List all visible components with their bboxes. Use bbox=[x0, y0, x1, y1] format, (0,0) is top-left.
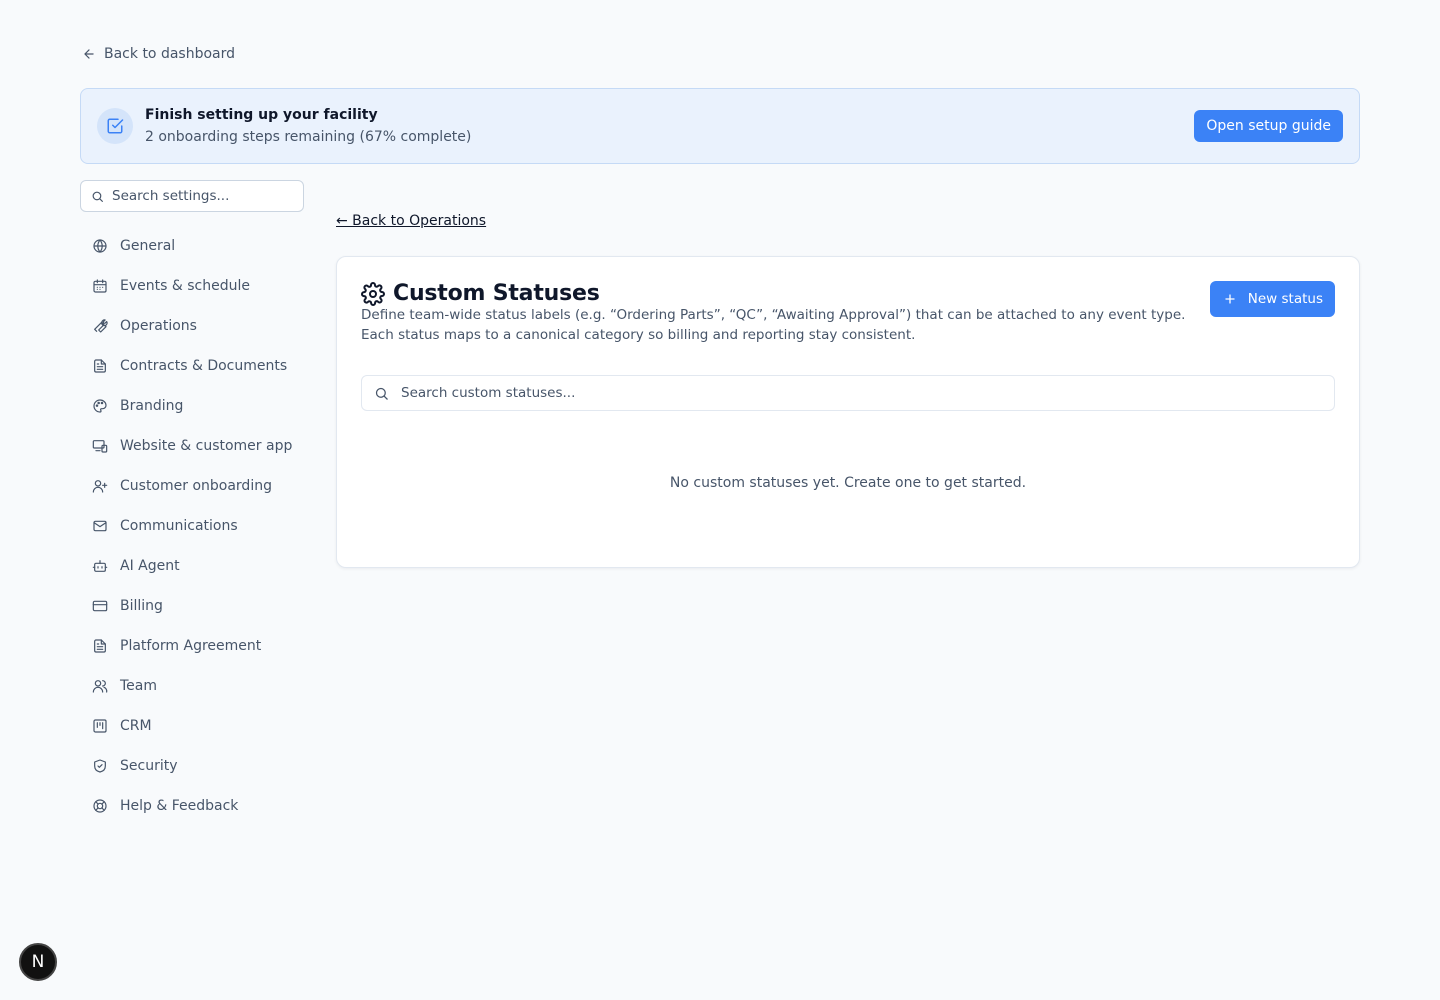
custom-statuses-card: Custom Statuses Define team-wide status … bbox=[336, 256, 1360, 568]
dev-tools-button[interactable]: N bbox=[19, 943, 57, 981]
globe-icon bbox=[93, 239, 107, 253]
calendar-icon bbox=[93, 279, 107, 293]
settings-page: Back to dashboard Finish setting up your… bbox=[0, 0, 1440, 1000]
new-status-button[interactable]: New status bbox=[1209, 281, 1335, 317]
banner-text: Finish setting up your facility 2 onboar… bbox=[145, 105, 1194, 147]
checkbox-icon bbox=[107, 118, 124, 134]
page-description: Define team-wide status labels (e.g. “Or… bbox=[361, 307, 1186, 343]
sidebar-item-label: Website & customer app bbox=[120, 438, 293, 454]
gear-icon bbox=[361, 281, 385, 306]
bot-icon bbox=[92, 560, 108, 572]
search-icon bbox=[92, 191, 103, 202]
banner-icon-wrap bbox=[97, 108, 133, 144]
sidebar-item-label: Operations bbox=[120, 318, 197, 334]
card-header: Custom Statuses bbox=[361, 281, 600, 306]
file-text-icon bbox=[94, 359, 106, 373]
open-setup-guide-button[interactable]: Open setup guide bbox=[1194, 110, 1343, 142]
sidebar-item-general[interactable]: General bbox=[80, 226, 304, 266]
wrench-icon bbox=[94, 319, 108, 333]
mail-icon bbox=[93, 520, 107, 532]
sidebar-item-contracts-documents[interactable]: Contracts & Documents bbox=[80, 346, 304, 386]
file-text-icon bbox=[94, 639, 106, 653]
sidebar-item-branding[interactable]: Branding bbox=[80, 386, 304, 426]
back-to-operations-link[interactable]: ← Back to Operations bbox=[336, 213, 486, 229]
life-buoy-icon bbox=[93, 799, 107, 813]
sidebar-item-label: Team bbox=[120, 678, 158, 694]
sidebar-item-label: Help & Feedback bbox=[120, 798, 239, 814]
palette-icon bbox=[93, 399, 107, 413]
back-to-dashboard-link[interactable]: Back to dashboard bbox=[82, 46, 235, 62]
shield-check-icon bbox=[94, 759, 106, 773]
custom-status-search-input[interactable] bbox=[401, 385, 1301, 401]
sidebar-item-events-schedule[interactable]: Events & schedule bbox=[80, 266, 304, 306]
sidebar-item-crm[interactable]: CRM bbox=[80, 706, 304, 746]
sidebar-item-label: AI Agent bbox=[120, 558, 180, 574]
sidebar-item-ai-agent[interactable]: AI Agent bbox=[80, 546, 304, 586]
arrow-left-icon bbox=[84, 49, 94, 59]
sidebar-item-platform-agreement[interactable]: Platform Agreement bbox=[80, 626, 304, 666]
kanban-icon bbox=[93, 719, 107, 733]
empty-state-message: No custom statuses yet. Create one to ge… bbox=[669, 475, 1027, 491]
sidebar-item-billing[interactable]: Billing bbox=[80, 586, 304, 626]
sidebar-item-label: Billing bbox=[120, 598, 163, 614]
sidebar-item-label: Events & schedule bbox=[120, 278, 250, 294]
back-to-dashboard-label: Back to dashboard bbox=[104, 46, 236, 62]
sidebar-item-communications[interactable]: Communications bbox=[80, 506, 304, 546]
sidebar-item-label: Contracts & Documents bbox=[120, 358, 288, 374]
plus-icon bbox=[1225, 294, 1235, 304]
sidebar-item-label: Security bbox=[120, 758, 178, 774]
devices-icon bbox=[92, 440, 108, 453]
sidebar-item-help-feedback[interactable]: Help & Feedback bbox=[80, 786, 304, 826]
user-plus-icon bbox=[92, 480, 108, 493]
sidebar-item-label: CRM bbox=[120, 718, 152, 734]
banner-title: Finish setting up your facility bbox=[145, 107, 378, 123]
sidebar-item-label: General bbox=[120, 238, 176, 254]
setup-banner: Finish setting up your facility 2 onboar… bbox=[80, 88, 1360, 164]
page-title: Custom Statuses bbox=[393, 281, 600, 306]
sidebar-item-operations[interactable]: Operations bbox=[80, 306, 304, 346]
settings-search-input[interactable] bbox=[112, 188, 292, 204]
sidebar-item-label: Branding bbox=[120, 398, 184, 414]
settings-search bbox=[80, 180, 304, 212]
credit-card-icon bbox=[92, 600, 108, 612]
sidebar-item-label: Communications bbox=[120, 518, 238, 534]
sidebar-item-website-customer-app[interactable]: Website & customer app bbox=[80, 426, 304, 466]
sidebar-item-team[interactable]: Team bbox=[80, 666, 304, 706]
sidebar-item-label: Platform Agreement bbox=[120, 638, 262, 654]
sidebar-item-security[interactable]: Security bbox=[80, 746, 304, 786]
sidebar-item-customer-onboarding[interactable]: Customer onboarding bbox=[80, 466, 304, 506]
settings-sidebar: General Events & schedule Operations Con… bbox=[80, 226, 304, 826]
sidebar-item-label: Customer onboarding bbox=[120, 478, 272, 494]
search-icon bbox=[375, 387, 388, 400]
new-status-label: New status bbox=[1247, 291, 1323, 307]
custom-status-search bbox=[361, 375, 1335, 411]
banner-subtitle: 2 onboarding steps remaining (67% comple… bbox=[145, 129, 472, 145]
users-icon bbox=[92, 680, 108, 693]
